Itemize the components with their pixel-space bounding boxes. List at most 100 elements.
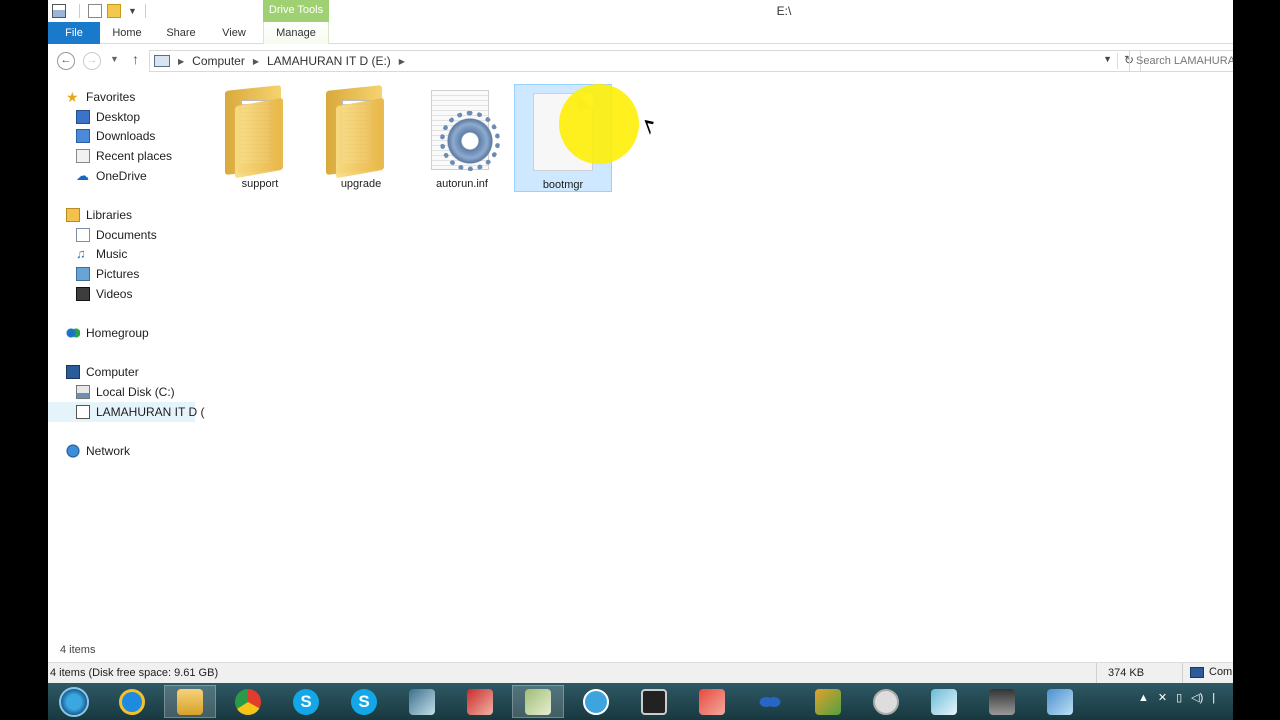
address-bar[interactable]: ▶ Computer ▶ LAMAHURAN IT D (E:) ▶ ▼ ↻	[149, 50, 1141, 72]
up-button[interactable]: ↑	[132, 51, 139, 67]
power-icon[interactable]: ▯	[1176, 691, 1182, 704]
breadcrumb-drive[interactable]: LAMAHURAN IT D (E:)	[267, 54, 391, 68]
nav-lamahuran-drive[interactable]: LAMAHURAN IT D (	[48, 402, 204, 422]
navigation-pane: ★ Favorites Desktop Downloads Recent pla…	[48, 84, 204, 644]
taskbar-explorer[interactable]	[164, 685, 216, 718]
nav-pictures[interactable]: Pictures	[76, 264, 139, 284]
nav-local-disk[interactable]: Local Disk (C:)	[76, 382, 175, 402]
taskbar-app-5[interactable]	[744, 685, 796, 718]
tab-file[interactable]: File	[48, 22, 100, 44]
nav-computer[interactable]: Computer	[66, 362, 139, 382]
volume-icon[interactable]: ◁)	[1191, 691, 1203, 704]
homegroup-icon	[66, 326, 80, 340]
taskbar-camera[interactable]	[628, 685, 680, 718]
skype-for-business-icon: S	[293, 688, 319, 715]
properties-icon[interactable]	[88, 4, 102, 18]
taskbar-app-2[interactable]	[454, 685, 506, 718]
tab-manage[interactable]: Manage	[263, 22, 329, 44]
customize-toolbar-chevron-icon[interactable]: ▼	[128, 6, 137, 16]
title-bar: ▼ Drive Tools E:\	[48, 0, 1233, 22]
app-icon	[873, 688, 899, 715]
details-bar: 4 items (Disk free space: 9.61 GB) 374 K…	[48, 662, 1233, 683]
nav-network[interactable]: Network	[66, 441, 130, 461]
search-input[interactable]: Search LAMAHURAN	[1129, 50, 1233, 72]
nav-libraries[interactable]: Libraries	[66, 205, 132, 225]
details-summary: 4 items (Disk free space: 9.61 GB)	[50, 667, 219, 679]
item-count: 4 items	[60, 644, 96, 656]
file-tile-upgrade[interactable]: upgrade	[312, 84, 410, 192]
nav-computer-label: Computer	[86, 365, 139, 379]
tab-share[interactable]: Share	[160, 22, 202, 44]
nav-videos-label: Videos	[96, 287, 133, 301]
start-button[interactable]	[48, 685, 100, 718]
recent-locations-chevron-icon[interactable]: ▼	[110, 54, 119, 64]
taskbar-app-3[interactable]	[512, 685, 564, 718]
nav-favorites[interactable]: ★ Favorites	[66, 87, 135, 107]
nav-homegroup[interactable]: Homegroup	[66, 323, 149, 343]
taskbar-skype[interactable]: S	[338, 685, 390, 718]
nav-onedrive[interactable]: ☁ OneDrive	[76, 166, 147, 186]
breadcrumb-chevron-icon[interactable]: ▶	[178, 57, 184, 66]
nav-onedrive-label: OneDrive	[96, 169, 147, 183]
taskbar-app-1[interactable]	[396, 685, 448, 718]
folder-icon	[326, 85, 386, 179]
taskbar-app-10[interactable]	[1034, 685, 1086, 718]
pictures-icon	[76, 267, 90, 281]
new-folder-icon[interactable]	[107, 4, 121, 18]
breadcrumb-chevron-icon[interactable]: ▶	[253, 57, 259, 66]
toolbar-divider	[79, 4, 80, 18]
file-tile-autorun[interactable]: autorun.inf	[413, 84, 511, 192]
action-center-icon[interactable]: ✕	[1158, 691, 1167, 704]
app-icon	[409, 688, 435, 715]
forward-button[interactable]: →	[83, 52, 101, 70]
taskbar-app-8[interactable]	[918, 685, 970, 718]
app-icon	[699, 688, 725, 715]
taskbar-ie[interactable]	[106, 685, 158, 718]
file-name: bootmgr	[542, 179, 584, 191]
nav-pictures-label: Pictures	[96, 267, 140, 281]
nav-desktop[interactable]: Desktop	[76, 107, 140, 127]
taskbar-chrome[interactable]	[222, 685, 274, 718]
film-icon	[76, 287, 90, 301]
nav-videos[interactable]: Videos	[76, 284, 132, 304]
window-menu-icon[interactable]	[52, 4, 66, 18]
taskbar-media-player[interactable]	[570, 685, 622, 718]
nav-recent-places[interactable]: Recent places	[76, 146, 172, 166]
details-divider	[1096, 663, 1097, 683]
status-bar: 4 items	[48, 640, 1233, 660]
file-name: support	[241, 178, 279, 190]
nav-homegroup-label: Homegroup	[86, 326, 149, 340]
tab-view[interactable]: View	[214, 22, 254, 44]
taskbar-skype-business[interactable]: S	[280, 685, 332, 718]
tab-home[interactable]: Home	[106, 22, 148, 44]
window-title: E:\	[776, 4, 792, 18]
show-hidden-icons-icon[interactable]: ▲	[1138, 692, 1149, 704]
drive-tools-context-label: Drive Tools	[263, 0, 329, 22]
taskbar-app-6[interactable]	[802, 685, 854, 718]
nav-network-label: Network	[86, 444, 131, 458]
nav-downloads[interactable]: Downloads	[76, 126, 155, 146]
navigation-bar: ← → ▼ ↑ ▶ Computer ▶ LAMAHURAN IT D (E:)…	[48, 44, 1233, 78]
taskbar-app-7[interactable]	[860, 685, 912, 718]
address-dropdown-icon[interactable]: ▼	[1103, 54, 1112, 64]
address-divider	[1117, 53, 1118, 69]
recent-places-icon	[76, 149, 90, 163]
taskbar-app-9[interactable]	[976, 685, 1028, 718]
nav-recent-label: Recent places	[96, 149, 173, 163]
toolbar-divider	[144, 4, 146, 18]
details-zone-label: Com	[1209, 666, 1233, 678]
cloud-icon: ☁	[76, 168, 89, 183]
file-tile-support[interactable]: support	[211, 84, 309, 192]
file-name: autorun.inf	[436, 178, 488, 190]
nav-music[interactable]: ♫ Music	[76, 244, 127, 264]
back-button[interactable]: ←	[57, 52, 75, 70]
taskbar-app-4[interactable]	[686, 685, 738, 718]
nav-documents[interactable]: Documents	[76, 225, 157, 245]
breadcrumb-computer[interactable]: Computer	[192, 54, 245, 68]
cursor-highlight-circle	[559, 84, 639, 164]
documents-icon	[76, 228, 90, 242]
app-icon	[757, 688, 783, 715]
network-tray-icon[interactable]: |	[1212, 692, 1215, 704]
breadcrumb-chevron-icon[interactable]: ▶	[399, 57, 405, 66]
camera-icon	[641, 688, 667, 715]
